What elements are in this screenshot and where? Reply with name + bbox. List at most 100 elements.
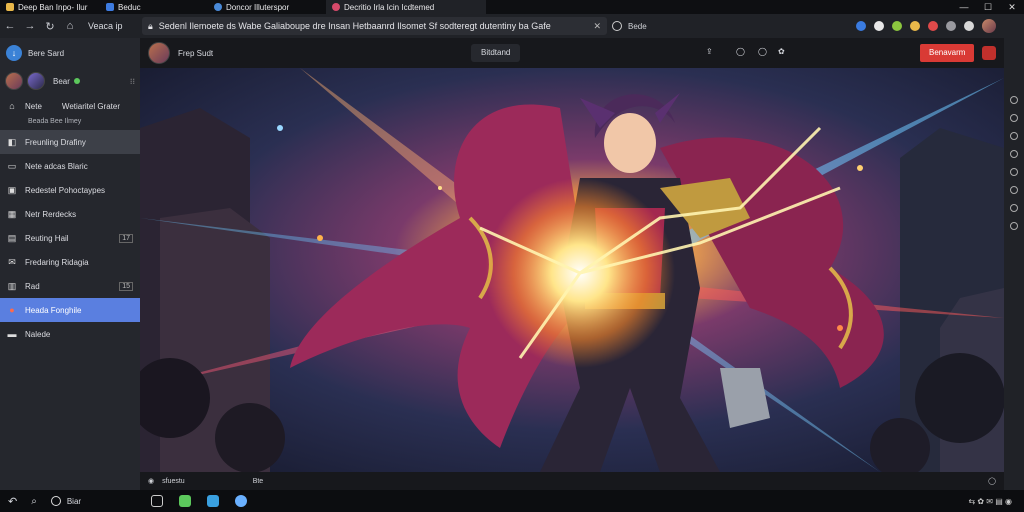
tab-favicon xyxy=(6,3,14,11)
fullscreen-icon[interactable]: ◯ xyxy=(988,477,996,485)
tab-favicon xyxy=(106,3,114,11)
sidebar-item[interactable]: ⌂ Nete Wetiaritel Grater xyxy=(0,94,140,118)
browser-tab-active[interactable]: Decritio Irla Icin Icdtemed xyxy=(326,0,486,14)
tab-label: Doncor Illuterspor xyxy=(226,2,290,12)
sidebar: ↓ Bere Sard Bear ⁝⁝ ⌂ Nete Wetiaritel Gr… xyxy=(0,38,140,490)
extension-icon[interactable] xyxy=(946,21,956,31)
browser-tab[interactable]: Doncor Illuterspor xyxy=(208,0,326,14)
app-icon[interactable] xyxy=(179,495,192,507)
browser-tab[interactable]: Beduc xyxy=(100,0,208,14)
content-bottom-bar: ◉ sfuestu Bte ◯ xyxy=(140,472,1004,490)
task-view-icon[interactable] xyxy=(151,495,164,507)
search-label[interactable]: Biar xyxy=(67,497,81,506)
extension-icon[interactable] xyxy=(928,21,938,31)
chart-icon: ▤ xyxy=(7,232,17,243)
sidebar-user-row: Bear ⁝⁝ xyxy=(0,68,140,94)
notification-icon[interactable] xyxy=(982,46,996,60)
sidebar-item[interactable]: ▦ Netr Rerdecks xyxy=(0,202,140,226)
extension-icon[interactable] xyxy=(874,21,884,31)
cortana-icon[interactable] xyxy=(50,496,61,506)
taskbar: ↶ ⌕ Biar ⇆ ✿ ✉ ▤ ◉ xyxy=(0,490,1024,512)
browser-tab[interactable]: Deep Ban Inpo- Ilur xyxy=(0,0,100,14)
maximize-icon[interactable]: ☐ xyxy=(976,0,1000,14)
back-icon[interactable]: ↶ xyxy=(8,495,17,508)
center-button[interactable]: Bitdtand xyxy=(471,44,521,62)
sidebar-item[interactable]: ▤ Reuting Hail 17 xyxy=(0,226,140,250)
rail-icon[interactable] xyxy=(1010,150,1018,158)
sidebar-item-label: Nalede xyxy=(25,329,51,339)
more-icon[interactable]: ⁝⁝ xyxy=(130,77,135,86)
rail-icon[interactable] xyxy=(1010,168,1018,176)
minimize-icon[interactable]: — xyxy=(952,0,976,14)
rail-icon[interactable] xyxy=(1010,204,1018,212)
action-button[interactable]: Benavarm xyxy=(920,44,975,62)
rail-icon[interactable] xyxy=(1010,186,1018,194)
sidebar-item[interactable]: ▣ Redestel Pohoctaypes xyxy=(0,178,140,202)
toolbar-right-label[interactable]: Bede xyxy=(628,22,647,31)
author-name[interactable]: Frep Sudt xyxy=(178,49,213,58)
app-icon[interactable] xyxy=(207,495,220,507)
main-content: Frep Sudt Bitdtand ⇪ ◯ ◯ ✿ Benavarm ◉ sf… xyxy=(140,38,1004,490)
sidebar-item-label: Heada Fonghile xyxy=(25,305,82,315)
author-avatar[interactable] xyxy=(148,42,170,64)
sidebar-item-label: Nete adcas Blaric xyxy=(25,161,88,171)
close-icon[interactable]: ✕ xyxy=(1000,0,1024,14)
app-name: Bere Sard xyxy=(28,48,65,58)
extension-icon[interactable] xyxy=(964,21,974,31)
profile-icon[interactable] xyxy=(612,21,622,31)
sidebar-item[interactable]: ▬ Nalede xyxy=(0,322,140,346)
extension-icon[interactable] xyxy=(892,21,902,31)
sidebar-item-label: Nete xyxy=(25,101,42,111)
content-topbar: Frep Sudt Bitdtand ⇪ ◯ ◯ ✿ Benavarm xyxy=(140,38,1004,68)
extension-icon[interactable] xyxy=(910,21,920,31)
sidebar-item-selected[interactable]: ● Heada Fonghile xyxy=(0,298,140,322)
window-icon: ▬ xyxy=(7,328,17,339)
rail-icon[interactable] xyxy=(1010,132,1018,140)
settings-icon[interactable]: ✿ xyxy=(778,47,785,56)
app-logo-icon[interactable]: ↓ xyxy=(6,45,22,61)
share-icon[interactable]: ⇪ xyxy=(706,47,713,56)
address-bar[interactable]: 🔒︎ Sedenl Ilemoete ds Wabe Galiaboupe dr… xyxy=(142,17,607,35)
clear-icon[interactable]: ✕ xyxy=(593,21,601,32)
gift-icon: ▥ xyxy=(7,280,17,291)
lock-icon: 🔒︎ xyxy=(148,20,153,31)
count-badge: 15 xyxy=(119,281,133,291)
grid-icon: ▦ xyxy=(7,208,17,219)
sidebar-item[interactable]: ✉ Fredaring Ridagia xyxy=(0,250,140,274)
box-icon: ▣ xyxy=(7,184,17,195)
audio-icon[interactable]: ◉ xyxy=(148,477,154,485)
rail-icon[interactable] xyxy=(1010,222,1018,230)
search-icon[interactable]: ⌕ xyxy=(31,496,37,507)
app-icon[interactable] xyxy=(235,495,248,507)
home-icon: ⌂ xyxy=(9,100,15,111)
rail-icon[interactable] xyxy=(1010,114,1018,122)
count-badge: 17 xyxy=(119,233,133,243)
sidebar-item-label: Netr Rerdecks xyxy=(25,209,77,219)
extension-icon[interactable] xyxy=(856,21,866,31)
sidebar-item-extra: Wetiaritel Grater xyxy=(61,101,120,111)
like-icon[interactable]: ◯ xyxy=(758,47,767,56)
tab-favicon xyxy=(332,3,340,11)
comment-icon[interactable]: ◯ xyxy=(736,47,745,56)
address-text: Sedenl Ilemoete ds Wabe Galiaboupe dre I… xyxy=(158,21,551,31)
back-icon[interactable]: ← xyxy=(0,20,20,32)
avatar[interactable] xyxy=(982,19,996,33)
tab-label: Decritio Irla Icin Icdtemed xyxy=(344,2,435,12)
rail-icon[interactable] xyxy=(1010,96,1018,104)
bottom-mid-label: Bte xyxy=(252,477,264,485)
reload-icon[interactable]: ↻ xyxy=(40,20,60,33)
sidebar-item-label: Rad xyxy=(25,281,40,291)
avatar[interactable] xyxy=(5,72,23,90)
forward-icon[interactable]: → xyxy=(20,20,40,32)
tab-favicon xyxy=(214,3,222,11)
avatar[interactable] xyxy=(27,72,45,90)
tray-icons[interactable]: ⇆ ✿ ✉ ▤ ◉ xyxy=(968,497,1012,506)
flame-icon: ● xyxy=(9,304,15,315)
sidebar-item[interactable]: ▥ Rad 15 xyxy=(0,274,140,298)
extensions-bar xyxy=(856,14,996,38)
folder-icon: ▭ xyxy=(7,160,17,171)
sidebar-sub-label: Beada Bee Ilmey xyxy=(28,118,82,125)
sidebar-item[interactable]: ▭ Nete adcas Blaric xyxy=(0,154,140,178)
home-icon[interactable]: ⌂ xyxy=(60,20,80,32)
sidebar-item[interactable]: ◧ Freunling Drafiny xyxy=(0,130,140,154)
